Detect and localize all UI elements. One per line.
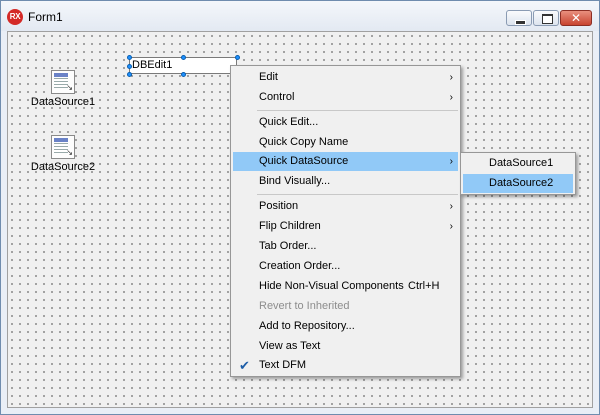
menu-item-quick-edit[interactable]: Quick Edit...: [233, 113, 458, 132]
menu-item-control[interactable]: Control ›: [233, 88, 458, 107]
minimize-button[interactable]: [506, 10, 532, 26]
close-icon: ✕: [570, 11, 582, 25]
quick-datasource-submenu: DataSource1 DataSource2: [460, 152, 576, 195]
menu-item-tab-order[interactable]: Tab Order...: [233, 237, 458, 256]
submenu-item-datasource2[interactable]: DataSource2: [463, 174, 573, 193]
menu-item-flip-children[interactable]: Flip Children ›: [233, 217, 458, 236]
menu-item-hide-non-visual[interactable]: Hide Non-Visual Components Ctrl+H: [233, 277, 458, 296]
app-logo-icon: RX: [7, 9, 23, 25]
maximize-button[interactable]: [533, 10, 559, 26]
minimize-icon: [515, 20, 526, 25]
selection-handle[interactable]: [127, 55, 132, 60]
maximize-icon: [542, 14, 553, 24]
chevron-right-icon: ›: [449, 221, 453, 232]
menu-item-quick-copy-name[interactable]: Quick Copy Name: [233, 133, 458, 152]
menu-item-position[interactable]: Position ›: [233, 197, 458, 216]
datasource2-label: DataSource2: [30, 161, 96, 173]
chevron-right-icon: ›: [449, 156, 453, 167]
selection-handle[interactable]: [127, 64, 132, 69]
selection-handle[interactable]: [235, 55, 240, 60]
submenu-item-datasource1[interactable]: DataSource1: [463, 154, 573, 173]
menu-item-text-dfm[interactable]: ✔ Text DFM: [233, 356, 458, 375]
menu-item-view-as-text[interactable]: View as Text: [233, 337, 458, 356]
chevron-right-icon: ›: [449, 72, 453, 83]
chevron-right-icon: ›: [449, 92, 453, 103]
selection-handle[interactable]: [181, 55, 186, 60]
context-menu: Edit › Control › Quick Edit... Quick Cop…: [230, 65, 461, 377]
check-icon: ✔: [239, 358, 250, 373]
datasource-icon: ↘: [51, 135, 75, 159]
menu-separator: [257, 194, 458, 195]
menu-item-revert-to-inherited: Revert to Inherited: [259, 300, 350, 312]
selection-handle[interactable]: [127, 72, 132, 77]
datasource2-component[interactable]: ↘ DataSource2: [28, 135, 98, 173]
menu-item-creation-order[interactable]: Creation Order...: [233, 257, 458, 276]
title-bar[interactable]: RX Form1 ✕: [1, 1, 599, 31]
datasource1-label: DataSource1: [30, 96, 96, 108]
menu-item-add-to-repository[interactable]: Add to Repository...: [233, 317, 458, 336]
menu-item-bind-visually[interactable]: Bind Visually...: [233, 172, 458, 191]
datasource-icon: ↘: [51, 70, 75, 94]
window-title: Form1: [28, 10, 63, 24]
menu-separator: [257, 110, 458, 111]
menu-item-edit[interactable]: Edit ›: [233, 68, 458, 87]
chevron-right-icon: ›: [449, 201, 453, 212]
selection-handle[interactable]: [181, 72, 186, 77]
menu-item-quick-datasource[interactable]: Quick DataSource ›: [233, 152, 458, 171]
datasource1-component[interactable]: ↘ DataSource1: [28, 70, 98, 108]
close-button[interactable]: ✕: [560, 10, 592, 26]
